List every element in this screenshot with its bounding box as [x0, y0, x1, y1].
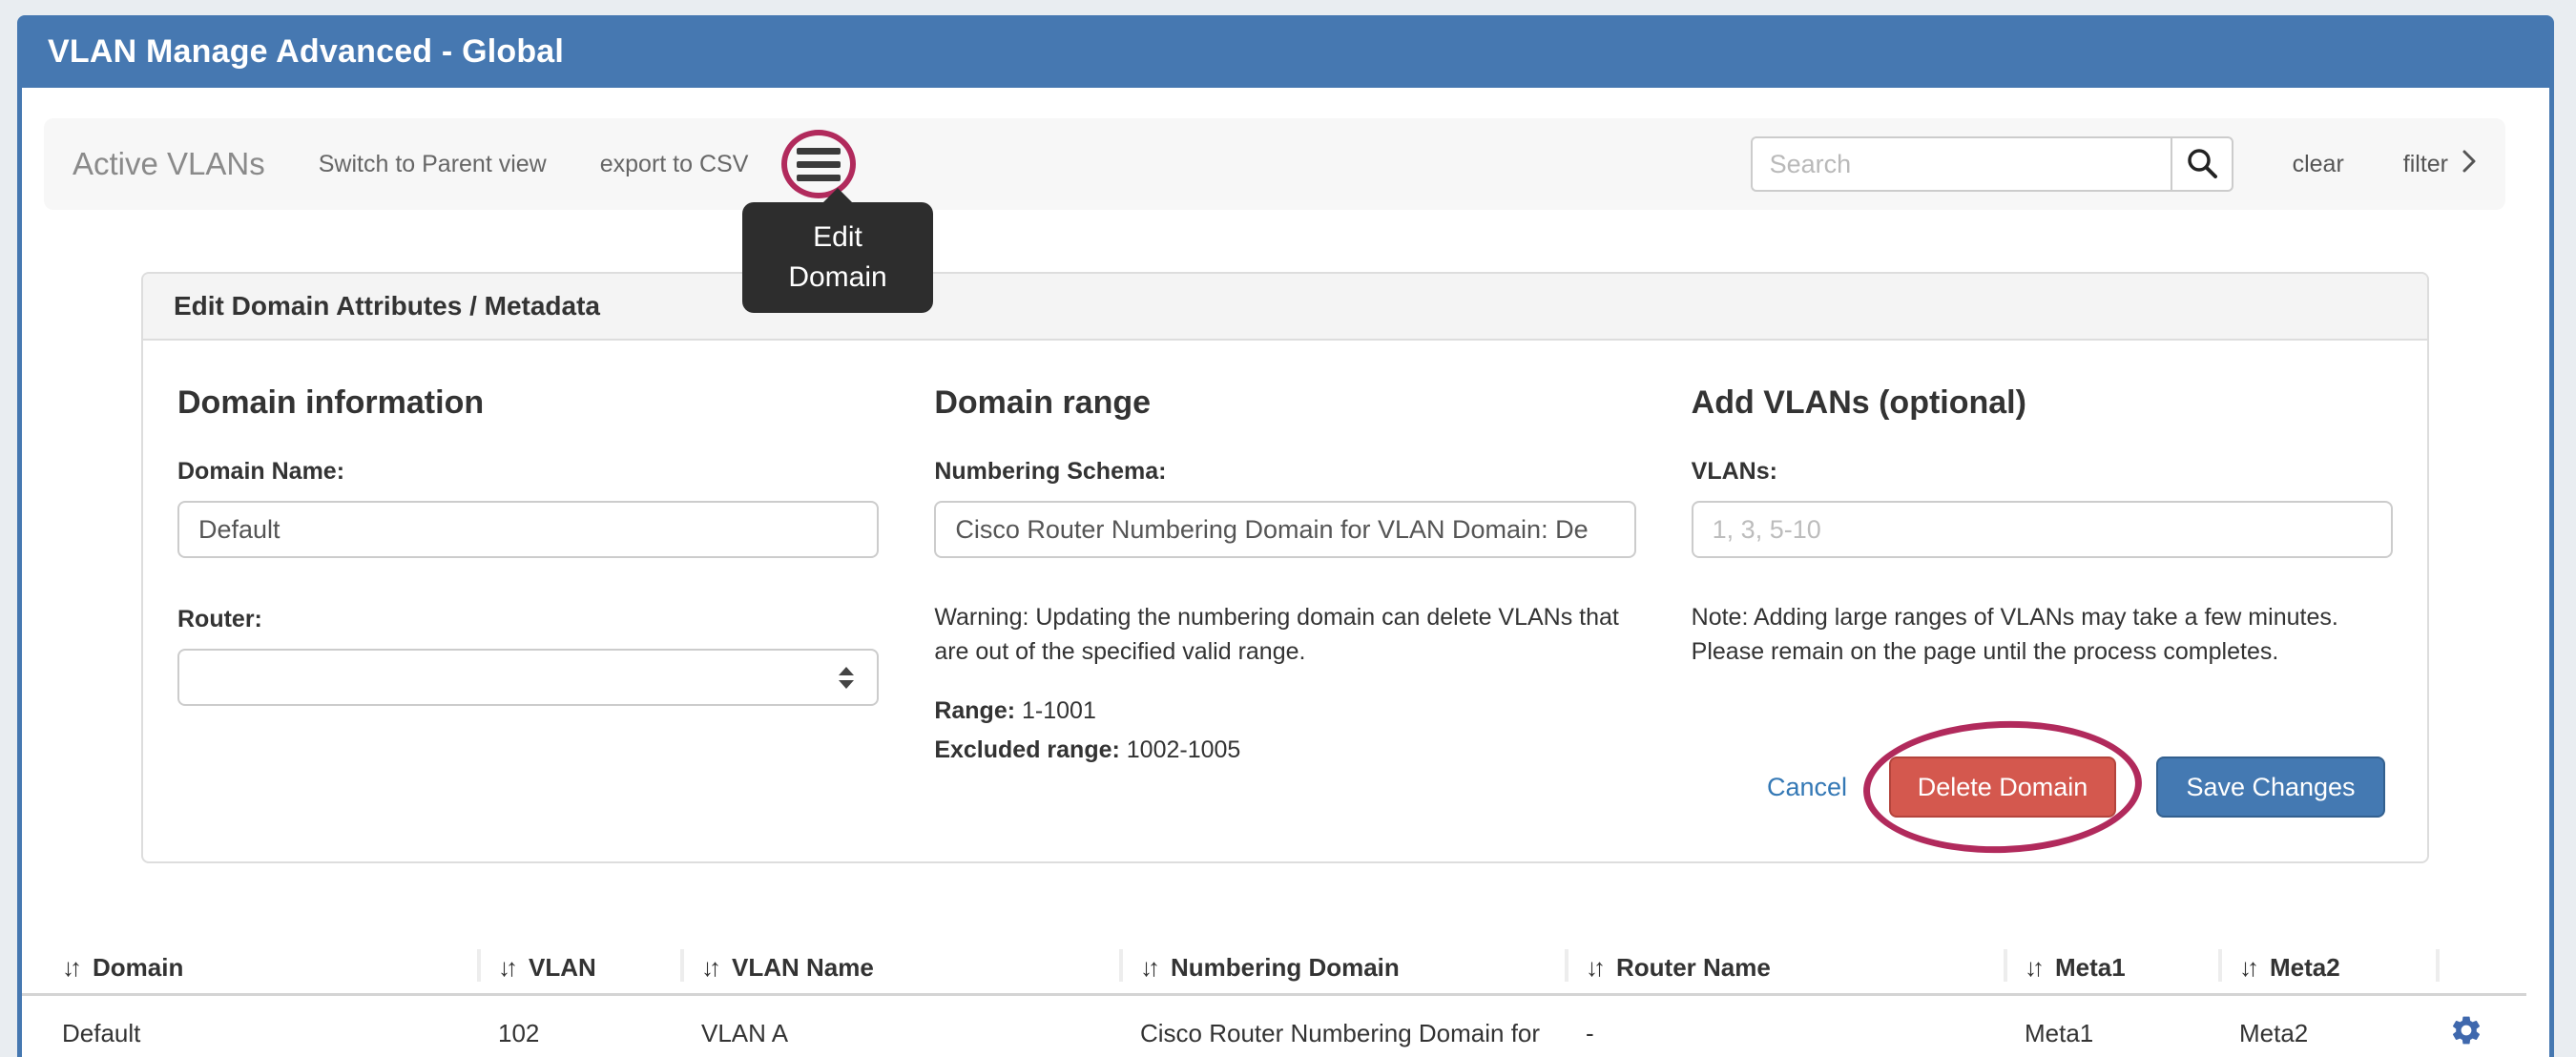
cell-numbering-domain: Cisco Router Numbering Domain for … — [1119, 996, 1565, 1057]
domain-name-label: Domain Name: — [177, 458, 879, 486]
section-heading: Domain information — [177, 384, 879, 422]
chevron-right-icon — [2462, 148, 2477, 181]
table-header-domain[interactable]: ↓↑ Domain — [22, 942, 477, 993]
clear-button[interactable]: clear — [2293, 151, 2344, 178]
select-arrows-icon — [839, 667, 854, 689]
search-input[interactable] — [1751, 136, 2171, 192]
page-title: VLAN Manage Advanced - Global — [48, 33, 564, 71]
cell-vlan-name: VLAN A — [680, 996, 1119, 1057]
filter-button[interactable]: filter — [2403, 148, 2477, 181]
table-row: Default 102 VLAN A Cisco Router Numberin… — [22, 996, 2526, 1057]
cell-meta2: Meta2 — [2218, 996, 2436, 1057]
cell-meta1: Meta1 — [2004, 996, 2218, 1057]
numbering-schema-label: Numbering Schema: — [934, 458, 1635, 486]
cell-vlan: 102 — [477, 996, 680, 1057]
save-changes-button[interactable]: Save Changes — [2156, 756, 2385, 818]
panel-body: Domain information Domain Name: Router: … — [143, 341, 2427, 764]
sort-icon: ↓↑ — [1586, 953, 1601, 983]
section-heading: Domain range — [934, 384, 1635, 422]
active-vlans-heading: Active VLANs — [73, 146, 265, 182]
sort-icon: ↓↑ — [1140, 953, 1155, 983]
router-select[interactable] — [177, 649, 879, 706]
table-header-vlan[interactable]: ↓↑ VLAN — [477, 942, 680, 993]
table-header-meta2[interactable]: ↓↑ Meta2 — [2218, 942, 2436, 993]
domain-range-section: Domain range Numbering Schema: Warning: … — [934, 384, 1635, 764]
panel-actions: Cancel Delete Domain Save Changes — [1767, 756, 2385, 819]
hamburger-icon — [797, 148, 841, 155]
numbering-schema-input[interactable] — [934, 501, 1635, 558]
router-label: Router: — [177, 606, 879, 633]
section-heading: Add VLANs (optional) — [1692, 384, 2393, 422]
search-group: clear filter — [1751, 136, 2477, 192]
range-warning-text: Warning: Updating the numbering domain c… — [934, 600, 1635, 669]
edit-domain-tooltip: Edit Domain — [742, 202, 933, 313]
sort-icon: ↓↑ — [701, 953, 717, 983]
domain-name-input[interactable] — [177, 501, 879, 558]
range-value: 1-1001 — [1022, 697, 1096, 724]
edit-domain-menu-button[interactable] — [792, 137, 845, 191]
export-csv-link[interactable]: export to CSV — [600, 151, 749, 178]
vlans-input[interactable] — [1692, 501, 2393, 558]
excluded-range-label: Excluded range: — [934, 736, 1120, 763]
vlans-label: VLANs: — [1692, 458, 2393, 486]
search-button[interactable] — [2171, 136, 2233, 192]
excluded-range-line: Excluded range: 1002-1005 — [934, 736, 1635, 764]
cancel-button[interactable]: Cancel — [1767, 773, 1847, 802]
table-header-actions — [2436, 942, 2526, 993]
gear-icon — [2449, 1036, 2483, 1050]
table-header-vlan-name[interactable]: ↓↑ VLAN Name — [680, 942, 1119, 993]
vlan-table: ↓↑ Domain ↓↑ VLAN ↓↑ VLAN Name ↓↑ Number… — [22, 942, 2526, 1057]
vlans-note-text: Note: Adding large ranges of VLANs may t… — [1692, 600, 2393, 669]
excluded-range-value: 1002-1005 — [1127, 736, 1241, 763]
domain-information-section: Domain information Domain Name: Router: — [177, 384, 879, 764]
cell-domain: Default — [22, 996, 477, 1057]
cell-router-name: - — [1565, 996, 2004, 1057]
switch-parent-view-link[interactable]: Switch to Parent view — [319, 151, 547, 178]
toolbar: Active VLANs Switch to Parent view expor… — [44, 118, 2505, 210]
search-icon — [2186, 147, 2218, 182]
range-label: Range: — [934, 697, 1015, 724]
table-header-row: ↓↑ Domain ↓↑ VLAN ↓↑ VLAN Name ↓↑ Number… — [22, 942, 2526, 996]
table-header-router-name[interactable]: ↓↑ Router Name — [1565, 942, 2004, 993]
delete-domain-button[interactable]: Delete Domain — [1889, 756, 2116, 818]
table-header-meta1[interactable]: ↓↑ Meta1 — [2004, 942, 2218, 993]
add-vlans-section: Add VLANs (optional) VLANs: Note: Adding… — [1692, 384, 2393, 764]
sort-icon: ↓↑ — [62, 953, 77, 983]
edit-domain-panel: Edit Domain Attributes / Metadata Domain… — [141, 272, 2429, 863]
app-header: VLAN Manage Advanced - Global — [17, 15, 2554, 88]
sort-icon: ↓↑ — [2025, 953, 2040, 983]
row-settings-button[interactable] — [2449, 1013, 2483, 1050]
sort-icon: ↓↑ — [2239, 953, 2254, 983]
range-line: Range: 1-1001 — [934, 697, 1635, 725]
sort-icon: ↓↑ — [498, 953, 513, 983]
table-header-numbering-domain[interactable]: ↓↑ Numbering Domain — [1119, 942, 1565, 993]
panel-title: Edit Domain Attributes / Metadata — [143, 274, 2427, 341]
